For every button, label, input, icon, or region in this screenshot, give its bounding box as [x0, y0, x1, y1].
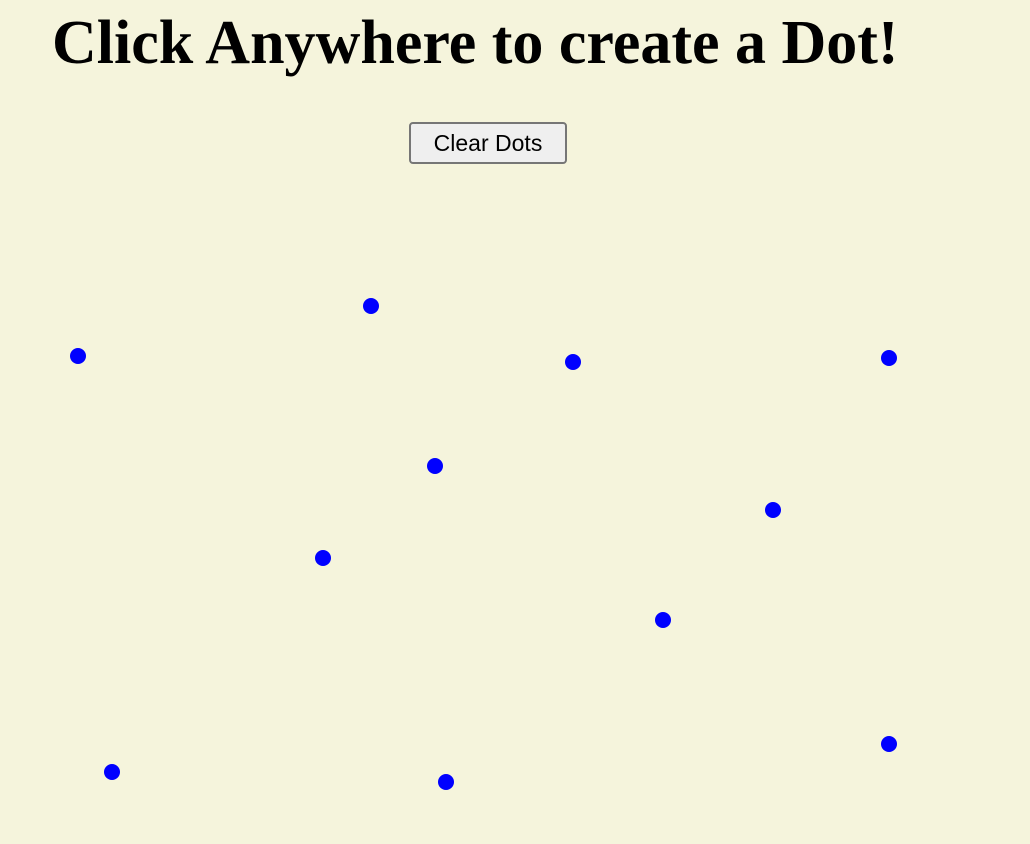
dot	[363, 298, 379, 314]
dot	[881, 350, 897, 366]
dot	[427, 458, 443, 474]
dot	[655, 612, 671, 628]
dot	[565, 354, 581, 370]
page-title: Click Anywhere to create a Dot!	[52, 9, 899, 77]
dot-page[interactable]: { "page": { "title": "Click Anywhere to …	[0, 0, 1030, 844]
dot	[438, 774, 454, 790]
dot	[70, 348, 86, 364]
dot	[881, 736, 897, 752]
dot	[765, 502, 781, 518]
dot	[104, 764, 120, 780]
dot	[315, 550, 331, 566]
clear-dots-button[interactable]: Clear Dots	[409, 122, 567, 164]
